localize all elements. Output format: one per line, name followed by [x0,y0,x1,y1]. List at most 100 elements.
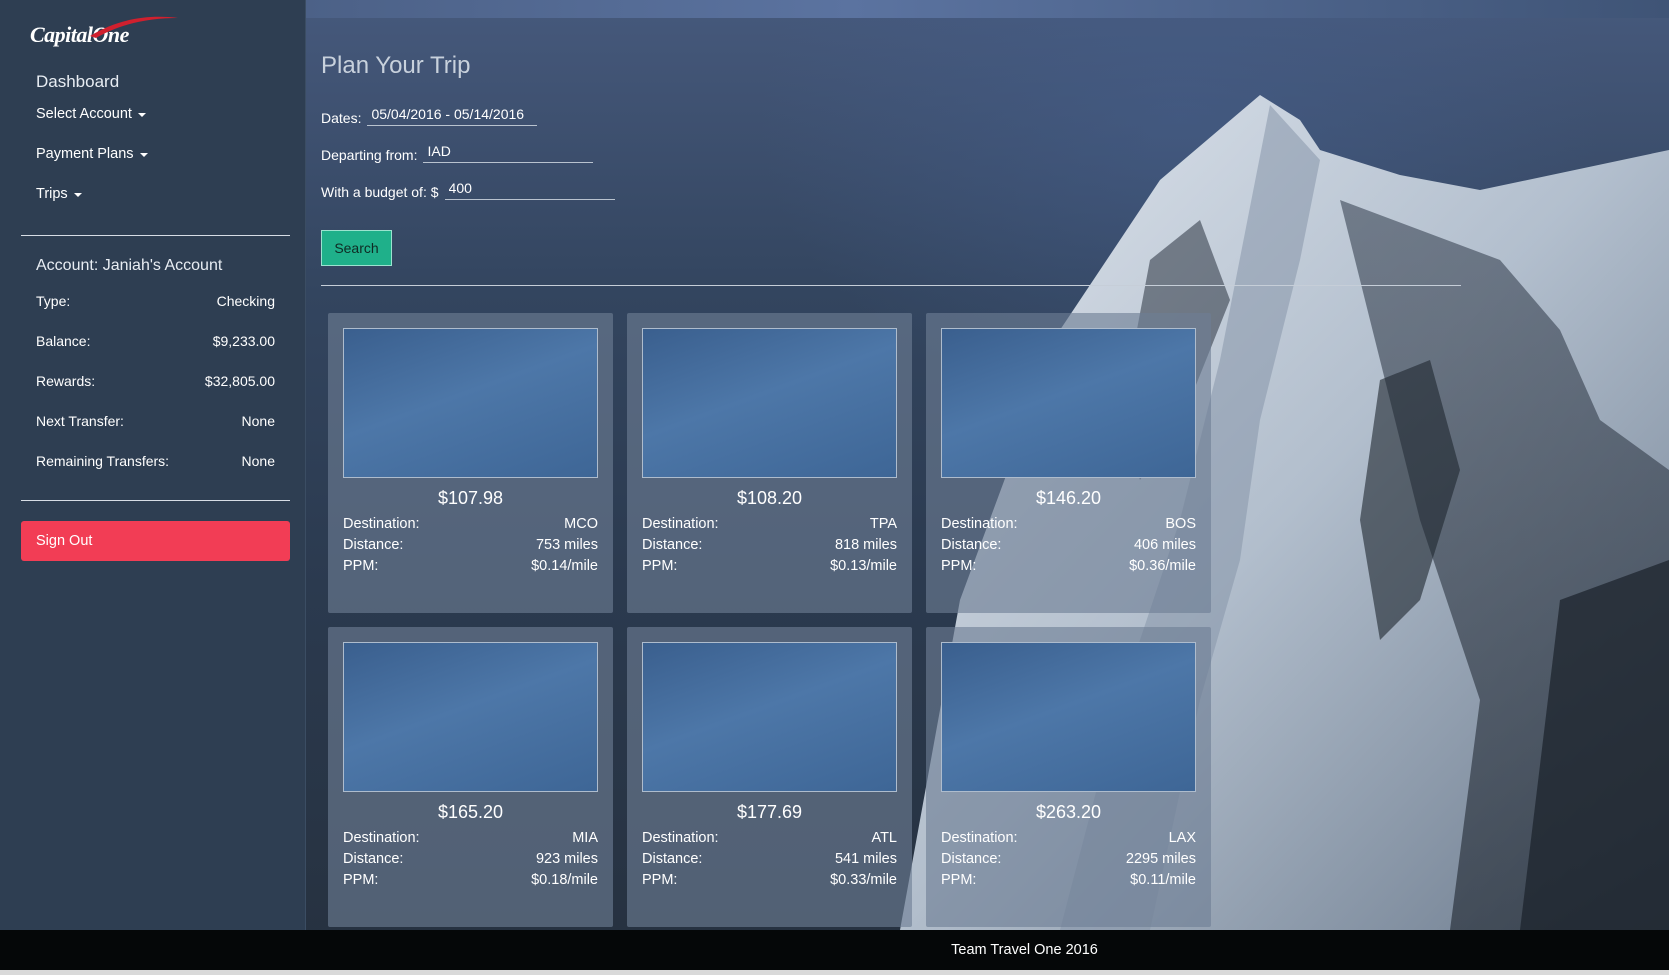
trip-card[interactable]: $165.20 Destination: MIA Distance: 923 m… [328,627,613,927]
row-label: Next Transfer: [36,413,124,429]
row-label: PPM: [642,558,678,574]
row-label: Distance: [343,537,404,553]
trip-card[interactable]: $108.20 Destination: TPA Distance: 818 m… [627,313,912,613]
row-label: Destination: [941,830,1018,846]
distance-row: Distance: 541 miles [642,851,897,867]
caret-down-icon [139,153,148,157]
sidebar: CapitalOne Dashboard Select Account Paym… [0,0,306,930]
destination-image [941,642,1196,792]
row-value: MIA [572,830,598,846]
row-label: PPM: [941,558,977,574]
row-label: Destination: [642,830,719,846]
trip-card[interactable]: $263.20 Destination: LAX Distance: 2295 … [926,627,1211,927]
row-value: LAX [1168,830,1196,846]
distance-row: Distance: 753 miles [343,537,598,553]
sidebar-divider [21,500,290,501]
trip-card[interactable]: $146.20 Destination: BOS Distance: 406 m… [926,313,1211,613]
row-value: $0.33/mile [830,872,897,888]
row-label: Destination: [343,830,420,846]
page-title: Plan Your Trip [321,52,471,79]
row-value: $0.36/mile [1129,558,1196,574]
window-bottom-edge [0,970,1669,975]
destination-row: Destination: LAX [941,830,1196,846]
destination-row: Destination: MCO [343,516,598,532]
account-next-transfer-row: Next Transfer: None [36,413,275,429]
destination-image [642,642,897,792]
account-balance-row: Balance: $9,233.00 [36,333,275,349]
row-label: PPM: [642,872,678,888]
ppm-row: PPM: $0.13/mile [642,558,897,574]
trip-price: $146.20 [1035,488,1102,508]
row-value: 541 miles [834,851,897,867]
row-label: Type: [36,293,71,309]
row-label: Balance: [36,333,91,349]
row-value: 753 miles [535,537,598,553]
ppm-row: PPM: $0.14/mile [343,558,598,574]
ppm-row: PPM: $0.18/mile [343,872,598,888]
departing-field-row: Departing from: [321,143,594,163]
footer-text: Team Travel One 2016 [951,942,1098,958]
row-label: PPM: [343,872,379,888]
departing-label: Departing from: [321,147,418,163]
caret-down-icon [137,113,146,117]
select-account-menu[interactable]: Select Account [36,106,146,122]
top-sky-strip [306,0,1669,18]
row-label: Distance: [343,851,404,867]
destination-row: Destination: TPA [642,516,897,532]
dates-field-row: Dates: [321,106,538,126]
trip-card[interactable]: $107.98 Destination: MCO Distance: 753 m… [328,313,613,613]
trip-price: $107.98 [437,488,504,508]
row-label: Destination: [343,516,420,532]
row-value: $0.18/mile [531,872,598,888]
distance-row: Distance: 406 miles [941,537,1196,553]
menu-label: Payment Plans [36,146,134,162]
destination-row: Destination: ATL [642,830,897,846]
row-label: Distance: [642,537,703,553]
payment-plans-menu[interactable]: Payment Plans [36,146,148,162]
account-remaining-transfers-row: Remaining Transfers: None [36,453,275,469]
distance-row: Distance: 2295 miles [941,851,1196,867]
row-label: PPM: [343,558,379,574]
row-value: 923 miles [535,851,598,867]
budget-label: With a budget of: $ [321,184,439,200]
row-label: PPM: [941,872,977,888]
row-value: $0.14/mile [531,558,598,574]
destination-image [343,642,598,792]
destination-row: Destination: BOS [941,516,1196,532]
row-value: $0.13/mile [830,558,897,574]
row-value: $0.11/mile [1130,872,1196,888]
budget-field-row: With a budget of: $ [321,180,615,200]
row-label: Rewards: [36,373,96,389]
row-label: Destination: [941,516,1018,532]
logo-swoosh-icon [90,16,178,38]
ppm-row: PPM: $0.36/mile [941,558,1196,574]
trip-card[interactable]: $177.69 Destination: ATL Distance: 541 m… [627,627,912,927]
capital-one-logo[interactable]: CapitalOne [30,14,178,48]
destination-image [941,328,1196,478]
trip-price: $177.69 [736,802,803,822]
destination-image [343,328,598,478]
ppm-row: PPM: $0.11/mile [941,872,1196,888]
budget-input[interactable] [444,180,615,200]
row-label: Remaining Transfers: [36,453,170,469]
ppm-row: PPM: $0.33/mile [642,872,897,888]
trips-menu[interactable]: Trips [36,186,82,202]
row-value: MCO [564,516,598,532]
sign-out-button[interactable]: Sign Out [21,521,290,561]
row-value: ATL [871,830,897,846]
trip-price: $165.20 [437,802,504,822]
account-type-row: Type: Checking [36,293,275,309]
account-rewards-row: Rewards: $32,805.00 [36,373,275,389]
destination-image [642,328,897,478]
dates-input[interactable] [367,106,538,126]
dates-label: Dates: [321,110,362,126]
search-button[interactable]: Search [321,230,392,266]
dashboard-title: Dashboard [36,72,120,91]
destination-row: Destination: MIA [343,830,598,846]
departing-input[interactable] [423,143,594,163]
menu-label: Trips [36,186,68,202]
row-label: Distance: [941,851,1002,867]
row-label: Distance: [941,537,1002,553]
main-divider [321,285,1461,286]
trip-price: $108.20 [736,488,803,508]
